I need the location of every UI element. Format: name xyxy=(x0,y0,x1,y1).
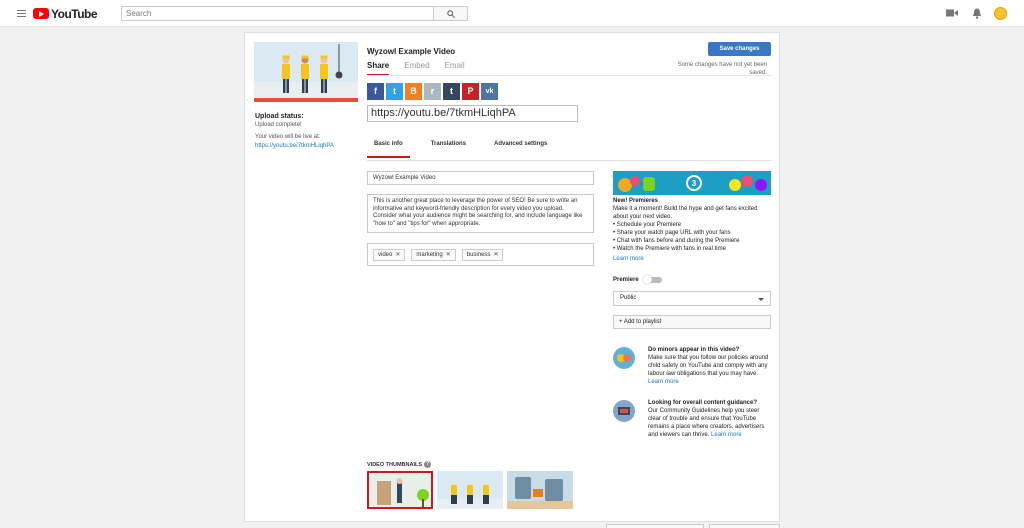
twitter-icon[interactable]: t xyxy=(386,83,403,100)
search-input[interactable]: Search xyxy=(121,6,434,21)
unsaved-note: Some changes have not yet been saved. xyxy=(677,62,767,76)
youtube-logo[interactable]: YouTube xyxy=(33,6,98,21)
reddit-icon[interactable]: r xyxy=(424,83,441,100)
live-link[interactable]: https://youtu.be/7tkmHLiqhPA xyxy=(255,142,355,151)
chevron-down-icon xyxy=(758,298,764,301)
privacy-value: Public xyxy=(620,295,637,301)
tag-label: video xyxy=(378,252,393,258)
live-at-label: Your video will be live at: xyxy=(255,134,321,140)
upload-status-panel: Upload status: Upload complete! Your vid… xyxy=(255,112,355,151)
menu-icon[interactable] xyxy=(17,10,26,17)
minors-learn-more-link[interactable]: Learn more xyxy=(648,379,679,385)
tab-email[interactable]: Email xyxy=(445,61,465,76)
tab-advanced-settings[interactable]: Advanced settings xyxy=(487,141,554,158)
share-tabs: Share Embed Email xyxy=(367,61,465,76)
upload-status-label: Upload status: xyxy=(255,113,304,120)
premieres-bullet: • Chat with fans before and during the P… xyxy=(613,238,740,244)
minors-body: Make sure that you follow our policies a… xyxy=(648,355,769,377)
premieres-info: New! Premieres Make it a moment! Build t… xyxy=(613,197,773,263)
tab-basic-info[interactable]: Basic info xyxy=(367,141,410,158)
guidelines-icon xyxy=(613,400,635,422)
thumbnail-image xyxy=(507,471,573,509)
video-thumbnail-preview[interactable] xyxy=(254,42,358,102)
thumbnail-option[interactable] xyxy=(507,471,573,509)
remove-tag-icon[interactable]: ✕ xyxy=(395,252,400,258)
minors-heading: Do minors appear in this video? xyxy=(648,347,740,353)
share-url-field[interactable]: https://youtu.be/7tkmHLiqhPA xyxy=(367,105,578,122)
create-video-icon[interactable] xyxy=(946,8,958,18)
save-changes-button[interactable]: Save changes xyxy=(708,42,771,56)
tab-embed[interactable]: Embed xyxy=(404,61,429,76)
footer-button[interactable] xyxy=(606,524,704,528)
premiere-toggle[interactable] xyxy=(642,275,662,284)
help-icon[interactable]: ? xyxy=(424,461,431,468)
tag-chip: video ✕ xyxy=(373,249,406,261)
footer-button[interactable] xyxy=(709,524,780,528)
description-field[interactable]: This is another great place to leverage … xyxy=(367,194,594,233)
tab-share[interactable]: Share xyxy=(367,61,390,76)
search-icon xyxy=(447,10,455,18)
top-bar: YouTube Search xyxy=(0,0,1024,27)
kids-icon xyxy=(613,347,635,369)
add-to-playlist-button[interactable]: + Add to playlist xyxy=(613,315,771,329)
play-logo-icon xyxy=(33,8,49,19)
tumblr-icon[interactable]: t xyxy=(443,83,460,100)
thumbnail-image xyxy=(369,473,431,507)
notification-bell-icon[interactable] xyxy=(972,8,982,19)
info-tabs: Basic info Translations Advanced setting… xyxy=(367,141,568,158)
privacy-select[interactable]: Public xyxy=(613,291,771,306)
premieres-bullet: • Share your watch page URL with your fa… xyxy=(613,230,731,236)
video-title: Wyzowl Example Video xyxy=(367,47,456,56)
facebook-icon[interactable]: f xyxy=(367,83,384,100)
remove-tag-icon[interactable]: ✕ xyxy=(446,252,451,258)
premieres-bullet: • Schedule your Premiere xyxy=(613,222,682,228)
workers-illustration xyxy=(254,42,358,102)
premieres-badge: 3 xyxy=(686,175,702,191)
tags-field[interactable]: video ✕ marketing ✕ business ✕ xyxy=(367,243,594,266)
tag-label: business xyxy=(466,252,491,258)
thumbnail-option[interactable] xyxy=(367,471,433,509)
video-thumbnails-label: VIDEO THUMBNAILS ? xyxy=(367,461,431,468)
tab-translations[interactable]: Translations xyxy=(424,141,473,158)
premieres-learn-more-link[interactable]: Learn more xyxy=(613,255,773,263)
tag-label: marketing xyxy=(416,252,443,258)
upload-status-value: Upload complete! xyxy=(255,122,302,128)
social-share-row: f t B r t P vk xyxy=(367,83,498,100)
avatar[interactable] xyxy=(994,7,1007,20)
premieres-banner: 3 xyxy=(613,171,771,195)
blogger-icon[interactable]: B xyxy=(405,83,422,100)
guidelines-heading: Looking for overall content guidance? xyxy=(648,400,758,406)
remove-tag-icon[interactable]: ✕ xyxy=(493,252,498,258)
search-button[interactable] xyxy=(433,6,468,21)
guidelines-body: Our Community Guidelines help you steer … xyxy=(648,408,765,438)
thumbnail-option[interactable] xyxy=(437,471,503,509)
video-thumbnails-text: VIDEO THUMBNAILS xyxy=(367,461,422,468)
video-editor-card: Upload status: Upload complete! Your vid… xyxy=(244,32,780,522)
vk-icon[interactable]: vk xyxy=(481,83,498,100)
premieres-bullet: • Watch the Premiere with fans in real t… xyxy=(613,246,726,252)
title-field[interactable]: Wyzowl Example Video xyxy=(367,171,594,185)
tag-chip: marketing ✕ xyxy=(411,249,456,261)
thumbnail-image xyxy=(437,471,503,509)
divider xyxy=(367,160,772,161)
premiere-label: Premiere xyxy=(613,277,639,283)
premieres-intro: Make it a moment! Build the hype and get… xyxy=(613,206,758,220)
logo-text: YouTube xyxy=(51,6,98,21)
tag-chip: business ✕ xyxy=(461,249,504,261)
premiere-toggle-row: Premiere xyxy=(613,275,662,284)
pinterest-icon[interactable]: P xyxy=(462,83,479,100)
guidelines-learn-more-link[interactable]: Learn more xyxy=(711,432,742,438)
premieres-heading: New! Premieres xyxy=(613,198,659,204)
